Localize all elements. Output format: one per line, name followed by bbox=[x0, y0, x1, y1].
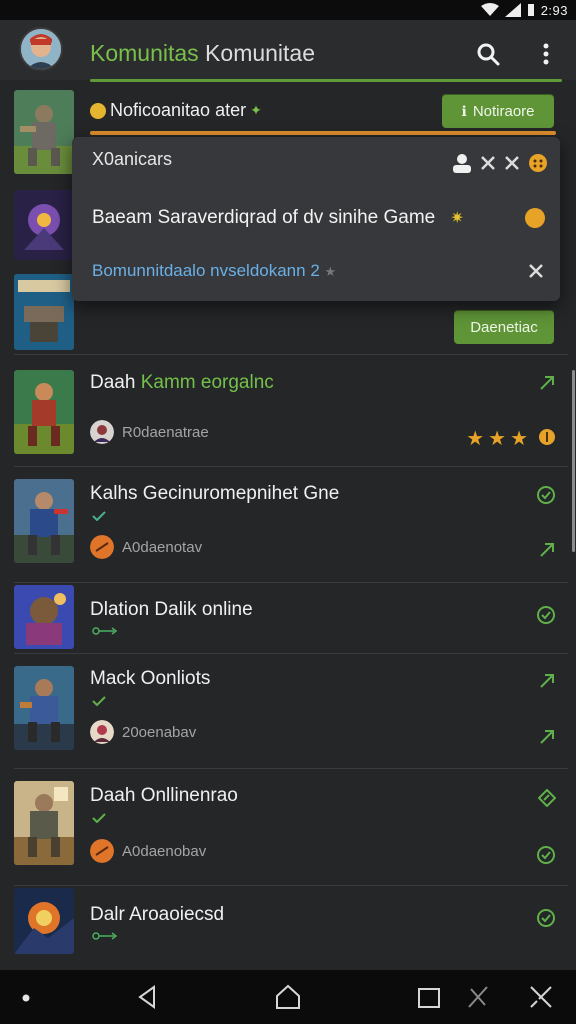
game-subtitle: A0daenotav bbox=[90, 535, 202, 559]
wifi-icon bbox=[480, 3, 499, 16]
notice-title: Noficoanitao ater bbox=[110, 100, 247, 120]
navigation-bar bbox=[0, 970, 576, 1024]
popup-item-text: Baeam Saraverdiqrad of dv sinihe Game bbox=[92, 207, 436, 228]
dot-icon bbox=[22, 994, 30, 1002]
split-screen-icon[interactable] bbox=[528, 984, 554, 1010]
popup-link[interactable]: Bomunnitdaalo nvseldokann 2 ★ bbox=[92, 261, 336, 281]
check-circle-icon[interactable] bbox=[536, 485, 556, 505]
title-accent: Komunitas bbox=[90, 40, 199, 66]
back-icon[interactable] bbox=[136, 984, 162, 1010]
notification-popup: X0anicars Baeam Saraverdiqrad of dv sini… bbox=[72, 137, 560, 301]
check-icon bbox=[92, 511, 106, 521]
link-icon bbox=[92, 627, 118, 635]
more-vertical-icon bbox=[543, 43, 549, 65]
notice-button-label: Notiraore bbox=[472, 102, 535, 120]
recents-icon[interactable] bbox=[416, 984, 442, 1010]
list-item[interactable]: Dlation Dalik online bbox=[14, 583, 568, 654]
star-icon: ★ bbox=[466, 428, 485, 450]
game-title: Daah Onllinenrao bbox=[90, 785, 238, 806]
page-title: Komunitas Komunitae bbox=[90, 40, 315, 67]
battery-icon bbox=[527, 4, 534, 16]
arrow-up-right-icon[interactable] bbox=[538, 374, 556, 392]
game-thumbnail bbox=[14, 190, 74, 260]
game-thumbnail bbox=[14, 781, 74, 865]
popup-header: X0anicars bbox=[92, 149, 173, 169]
game-subtitle: R0daenatrae bbox=[90, 420, 209, 444]
notice-button[interactable]: ℹ Notiraore bbox=[442, 94, 554, 128]
popup-link-text: Bomunnitdaalo nvseldokann 2 bbox=[92, 261, 320, 280]
notice-emoji-icon bbox=[90, 102, 106, 119]
list-item[interactable]: Daah Onllinenrao A0daenobav bbox=[14, 769, 568, 886]
coin-icon bbox=[539, 429, 555, 445]
coin-icon[interactable] bbox=[524, 207, 546, 229]
overflow-menu-button[interactable] bbox=[532, 38, 560, 70]
game-thumbnail bbox=[14, 888, 74, 954]
action-button-label: Daenetiac bbox=[470, 318, 538, 336]
link-icon bbox=[92, 932, 118, 940]
game-subtitle: A0daenobav bbox=[90, 839, 206, 863]
user-avatar-icon bbox=[90, 839, 114, 863]
appbar-divider bbox=[90, 79, 562, 82]
list-item[interactable]: Mack Oonliots 20oenabav bbox=[14, 654, 568, 769]
game-thumbnail bbox=[14, 666, 74, 750]
status-time: 2:93 bbox=[540, 2, 568, 18]
popup-item[interactable]: Baeam Saraverdiqrad of dv sinihe Game ✷ bbox=[92, 207, 464, 229]
game-title: Daah Kamm eorgalnc bbox=[90, 372, 274, 394]
list-item[interactable]: Kalhs Gecinuromepnihet Gne A0daenotav bbox=[14, 467, 568, 583]
game-thumbnail bbox=[14, 90, 74, 174]
game-subtitle-text: A0daenotav bbox=[122, 538, 203, 556]
sparkle-icon: ✷ bbox=[450, 210, 464, 227]
sparkle-icon: ✦ bbox=[250, 102, 262, 118]
check-circle-icon[interactable] bbox=[536, 845, 556, 865]
game-subtitle-text: 20oenabav bbox=[122, 723, 197, 741]
game-subtitle-text: A0daenobav bbox=[122, 842, 207, 860]
arrow-up-right-icon[interactable] bbox=[538, 541, 556, 559]
check-circle-icon[interactable] bbox=[536, 605, 556, 625]
notice-progress-line bbox=[90, 131, 556, 135]
game-thumbnail bbox=[14, 479, 74, 563]
game-subtitle: 20oenabav bbox=[90, 720, 196, 744]
home-icon[interactable] bbox=[274, 984, 302, 1010]
search-icon bbox=[477, 43, 500, 66]
user-avatar-icon bbox=[90, 535, 114, 559]
game-title-main: Daah bbox=[90, 372, 136, 393]
game-thumbnail bbox=[14, 274, 74, 350]
scrollbar[interactable] bbox=[572, 370, 575, 552]
search-button[interactable] bbox=[472, 38, 504, 70]
star-icon: ★ bbox=[488, 428, 507, 450]
diamond-arrow-icon[interactable] bbox=[538, 789, 556, 807]
star-outline-icon: ★ bbox=[324, 264, 337, 279]
user-icon[interactable] bbox=[452, 153, 472, 173]
close-icon[interactable] bbox=[504, 155, 520, 171]
title-rest: Komunitae bbox=[198, 40, 316, 66]
game-title: Kalhs Gecinuromepnihet Gne bbox=[90, 483, 340, 504]
close-icon[interactable] bbox=[480, 155, 496, 171]
cross-icon[interactable] bbox=[466, 984, 490, 1010]
check-circle-icon[interactable] bbox=[536, 908, 556, 928]
action-button[interactable]: Daenetiac bbox=[454, 310, 554, 344]
user-avatar-icon bbox=[90, 720, 114, 744]
status-bar: 2:93 bbox=[0, 0, 576, 20]
check-icon bbox=[92, 813, 106, 823]
user-avatar-icon bbox=[90, 420, 114, 444]
close-icon[interactable] bbox=[528, 263, 544, 279]
star-icon: ★ bbox=[510, 428, 528, 450]
game-thumbnail bbox=[14, 370, 74, 454]
avatar[interactable] bbox=[19, 27, 63, 71]
game-title: Mack Oonliots bbox=[90, 668, 211, 689]
game-thumbnail bbox=[14, 585, 74, 649]
game-controller-icon[interactable] bbox=[528, 153, 548, 173]
signal-icon bbox=[504, 3, 521, 17]
arrow-up-right-icon[interactable] bbox=[538, 728, 556, 746]
arrow-up-right-icon[interactable] bbox=[538, 672, 556, 690]
list-item[interactable]: Daah Kamm eorgalnc R0daenatrae ★ ★ ★ bbox=[14, 358, 568, 467]
check-icon bbox=[92, 696, 106, 706]
info-icon: ℹ bbox=[461, 102, 467, 119]
game-subtitle-text: R0daenatrae bbox=[122, 423, 209, 441]
rating-stars: ★ ★ ★ bbox=[466, 426, 528, 451]
list-item[interactable]: Dalr Aroaoiecsd bbox=[14, 886, 568, 968]
game-title: Dalr Aroaoiecsd bbox=[90, 904, 225, 925]
game-title-accent: Kamm eorgalnc bbox=[140, 372, 274, 393]
game-title: Dlation Dalik online bbox=[90, 599, 253, 620]
